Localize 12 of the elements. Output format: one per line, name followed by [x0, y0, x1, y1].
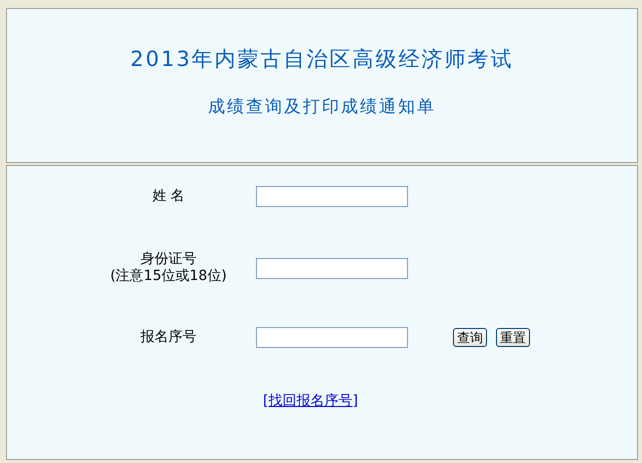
field-label: 姓 名: [152, 188, 185, 205]
input-field[interactable]: [256, 258, 408, 278]
query-button[interactable]: 查询: [453, 328, 487, 347]
input-field[interactable]: [256, 327, 408, 348]
field-label: 报名序号: [140, 329, 196, 346]
page-title: 2013年内蒙古自治区高级经济师考试: [130, 46, 514, 73]
reset-button[interactable]: 重置: [496, 328, 530, 347]
input-field[interactable]: [256, 186, 408, 207]
field-label: 身份证号: [140, 251, 196, 268]
recover-link[interactable]: [找回报名序号]: [263, 393, 358, 409]
field-note: (注意15位或18位): [110, 268, 227, 285]
page-subtitle: 成绩查询及打印成绩通知单: [208, 96, 436, 118]
